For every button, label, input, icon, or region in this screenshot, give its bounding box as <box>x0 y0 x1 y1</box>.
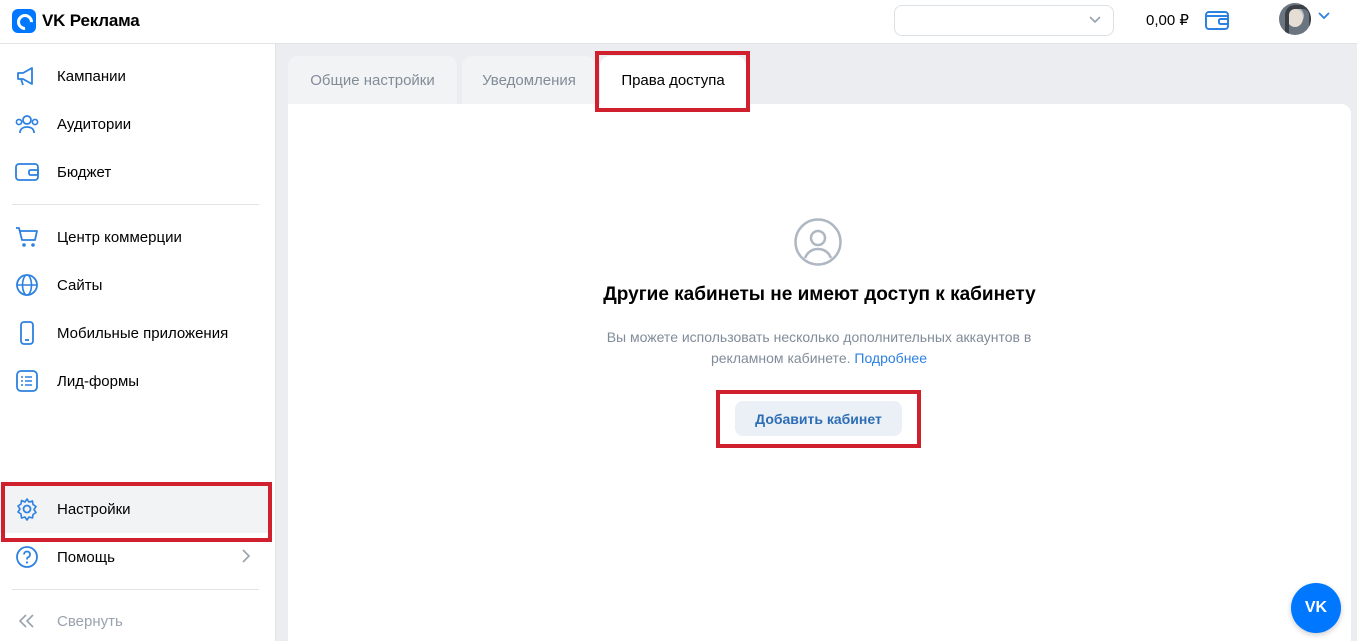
users-icon <box>14 111 40 137</box>
sidebar-item-budget[interactable]: Бюджет <box>0 148 272 196</box>
learn-more-link[interactable]: Подробнее <box>854 350 927 366</box>
sidebar-item-lead-forms[interactable]: Лид-формы <box>0 357 272 405</box>
wallet-icon[interactable] <box>1204 9 1230 31</box>
sidebar-item-campaigns[interactable]: Кампании <box>0 52 272 100</box>
sidebar-item-mobile-apps[interactable]: Мобильные приложения <box>0 309 272 357</box>
tab-notifications[interactable]: Уведомления <box>462 56 596 104</box>
phone-icon <box>14 320 40 346</box>
double-chevron-left-icon <box>14 608 40 634</box>
vk-chat-label: VK <box>1304 599 1328 616</box>
add-cabinet-button[interactable]: Добавить кабинет <box>735 401 902 436</box>
sidebar-item-label: Лид-формы <box>57 372 140 390</box>
tab-label: Общие настройки <box>310 71 435 89</box>
divider <box>12 204 259 205</box>
globe-icon <box>14 272 40 298</box>
empty-state-text: Вы можете использовать несколько дополни… <box>606 329 1032 366</box>
tab-access-rights[interactable]: Права доступа <box>600 56 746 104</box>
empty-state-description: Вы можете использовать несколько дополни… <box>580 327 1058 369</box>
balance-amount: 0,00 ₽ <box>1146 12 1189 29</box>
sidebar-item-help[interactable]: Помощь <box>0 533 272 581</box>
logo[interactable]: VK Реклама <box>12 9 140 33</box>
vk-logo-icon <box>12 9 36 33</box>
sidebar-item-label: Сайты <box>57 276 103 294</box>
sidebar-item-label: Мобильные приложения <box>57 324 229 342</box>
wallet-icon <box>14 159 40 185</box>
sidebar-item-commerce[interactable]: Центр коммерции <box>0 213 272 261</box>
sidebar-item-label: Настройки <box>57 500 131 518</box>
help-icon <box>14 544 40 570</box>
list-icon <box>14 368 40 394</box>
tab-general-settings[interactable]: Общие настройки <box>288 56 457 104</box>
user-circle-icon <box>794 218 842 266</box>
avatar[interactable] <box>1279 3 1311 35</box>
empty-state-title: Другие кабинеты не имеют доступ к кабине… <box>603 284 1036 305</box>
chevron-down-icon[interactable] <box>1318 12 1330 20</box>
sidebar-item-settings[interactable]: Настройки <box>0 485 272 533</box>
vk-chat-button[interactable]: VK <box>1291 583 1341 633</box>
tab-label: Уведомления <box>482 71 576 89</box>
logo-text: VK Реклама <box>42 11 140 30</box>
sidebar-item-label: Помощь <box>57 548 115 566</box>
account-select[interactable] <box>894 5 1114 36</box>
chevron-right-icon <box>242 549 250 563</box>
sidebar-item-sites[interactable]: Сайты <box>0 261 272 309</box>
top-header: VK Реклама 0,00 ₽ <box>0 0 1357 44</box>
cart-icon <box>14 224 40 250</box>
collapse-label: Свернуть <box>57 612 123 630</box>
megaphone-icon <box>14 63 40 89</box>
sidebar-item-label: Бюджет <box>57 163 112 181</box>
tab-label: Права доступа <box>621 71 725 89</box>
sidebar: Кампании Аудитории Бюджет Центр коммерци… <box>0 44 276 641</box>
sidebar-item-audiences[interactable]: Аудитории <box>0 100 272 148</box>
collapse-sidebar-button[interactable]: Свернуть <box>0 597 272 641</box>
gear-icon <box>14 496 40 522</box>
divider <box>12 589 259 590</box>
sidebar-item-label: Аудитории <box>57 115 132 133</box>
chevron-down-icon <box>1089 16 1101 24</box>
sidebar-item-label: Кампании <box>57 67 126 85</box>
access-rights-panel <box>288 104 1351 641</box>
sidebar-item-label: Центр коммерции <box>57 228 182 246</box>
